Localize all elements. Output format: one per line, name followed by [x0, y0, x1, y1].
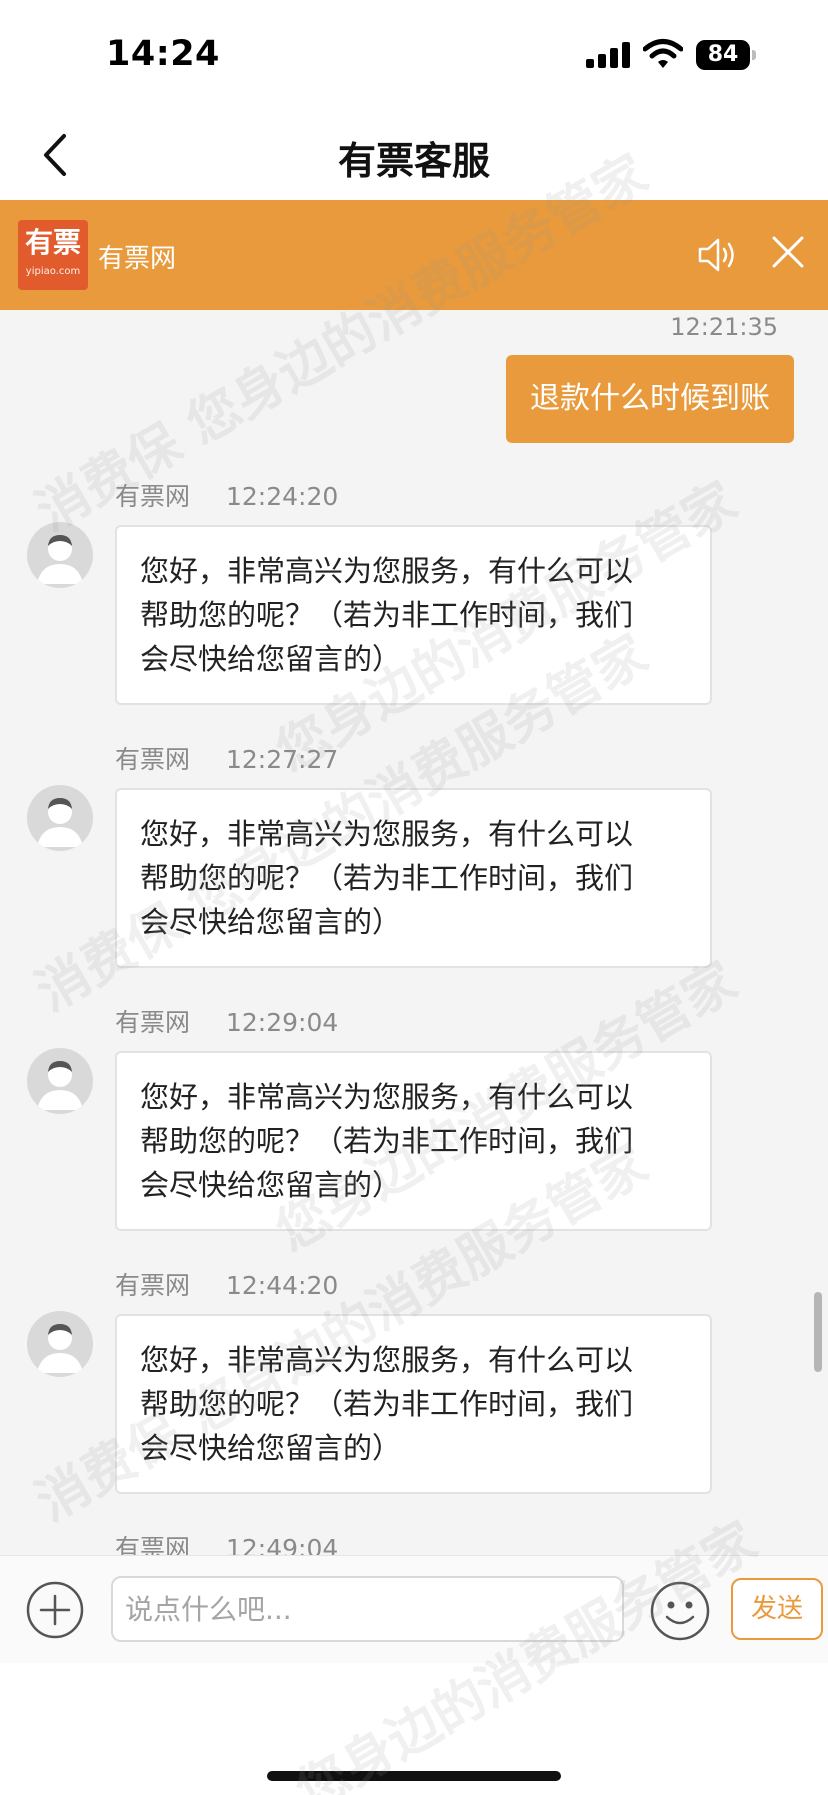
person-icon	[37, 1061, 83, 1110]
message-meta: 有票网 12:24:20	[115, 477, 338, 513]
message-meta: 有票网 12:49:04	[115, 1529, 338, 1555]
message-line: 会尽快给您留言的）	[140, 642, 402, 676]
nav-bar: 有票客服	[0, 110, 828, 200]
wifi-icon	[643, 39, 683, 68]
message-line: 会尽快给您留言的）	[140, 905, 402, 939]
message-time: 12:49:04	[225, 1534, 339, 1555]
battery-icon: 84	[696, 40, 756, 70]
person-icon	[37, 535, 83, 584]
sender-name: 有票网	[115, 745, 191, 774]
received-message-bubble[interactable]: 您好，非常高兴为您服务，有什么可以 帮助您的呢？（若为非工作时间，我们 会尽快给…	[115, 525, 712, 705]
message-time: 12:24:20	[225, 482, 339, 511]
agent-avatar[interactable]	[27, 1311, 93, 1377]
message-input[interactable]	[111, 1576, 624, 1642]
sender-name: 有票网	[115, 1271, 191, 1300]
agent-avatar[interactable]	[27, 522, 93, 588]
message-line: 您好，非常高兴为您服务，有什么可以	[140, 554, 634, 588]
merchant-banner: 有票 yipiao.com 有票网	[0, 200, 828, 310]
home-indicator[interactable]	[267, 1771, 561, 1781]
send-button[interactable]: 发送	[731, 1578, 823, 1640]
close-icon[interactable]	[770, 234, 806, 270]
sender-name: 有票网	[115, 1534, 191, 1555]
message-time: 12:27:27	[225, 745, 339, 774]
agent-avatar[interactable]	[27, 785, 93, 851]
message-line: 会尽快给您留言的）	[140, 1431, 402, 1465]
message-time: 12:21:35	[670, 313, 778, 341]
message-line: 会尽快给您留言的）	[140, 1168, 402, 1202]
chat-messages[interactable]: 12:21:35 退款什么时候到账 有票网 12:24:20 您好，非常高兴为您…	[0, 310, 828, 1555]
message-time: 12:44:20	[225, 1271, 339, 1300]
message-time: 12:29:04	[225, 1008, 339, 1037]
received-message-bubble[interactable]: 您好，非常高兴为您服务，有什么可以 帮助您的呢？（若为非工作时间，我们 会尽快给…	[115, 788, 712, 968]
speaker-icon[interactable]	[696, 234, 740, 276]
cellular-signal-icon	[586, 42, 632, 68]
battery-level: 84	[696, 40, 750, 70]
scrollbar-thumb[interactable]	[814, 1292, 822, 1372]
sender-name: 有票网	[115, 482, 191, 511]
merchant-logo: 有票 yipiao.com	[18, 220, 88, 290]
logo-text: 有票	[24, 226, 81, 259]
emoji-icon[interactable]	[650, 1581, 710, 1641]
message-meta: 有票网 12:27:27	[115, 740, 338, 776]
person-icon	[37, 1324, 83, 1373]
sender-name: 有票网	[115, 1008, 191, 1037]
received-message-bubble[interactable]: 您好，非常高兴为您服务，有什么可以 帮助您的呢？（若为非工作时间，我们 会尽快给…	[115, 1314, 712, 1494]
message-meta: 有票网 12:29:04	[115, 1003, 338, 1039]
message-line: 帮助您的呢？（若为非工作时间，我们	[140, 861, 634, 895]
message-line: 帮助您的呢？（若为非工作时间，我们	[140, 1387, 634, 1421]
message-line: 您好，非常高兴为您服务，有什么可以	[140, 817, 634, 851]
message-line: 您好，非常高兴为您服务，有什么可以	[140, 1343, 634, 1377]
plus-icon[interactable]	[26, 1581, 84, 1639]
message-line: 帮助您的呢？（若为非工作时间，我们	[140, 598, 634, 632]
received-message-bubble[interactable]: 您好，非常高兴为您服务，有什么可以 帮助您的呢？（若为非工作时间，我们 会尽快给…	[115, 1051, 712, 1231]
logo-domain: yipiao.com	[25, 266, 81, 277]
message-line: 您好，非常高兴为您服务，有什么可以	[140, 1080, 634, 1114]
message-meta: 有票网 12:44:20	[115, 1266, 338, 1302]
input-bar: 发送	[0, 1555, 828, 1663]
merchant-name: 有票网	[98, 244, 177, 274]
status-bar: 14:24 84	[0, 0, 828, 110]
agent-avatar[interactable]	[27, 1048, 93, 1114]
person-icon	[37, 798, 83, 847]
bottom-safe-area	[0, 1663, 828, 1795]
status-time: 14:24	[106, 34, 220, 74]
page-title: 有票客服	[337, 139, 490, 183]
sent-message-bubble[interactable]: 退款什么时候到账	[506, 355, 794, 443]
message-line: 帮助您的呢？（若为非工作时间，我们	[140, 1124, 634, 1158]
